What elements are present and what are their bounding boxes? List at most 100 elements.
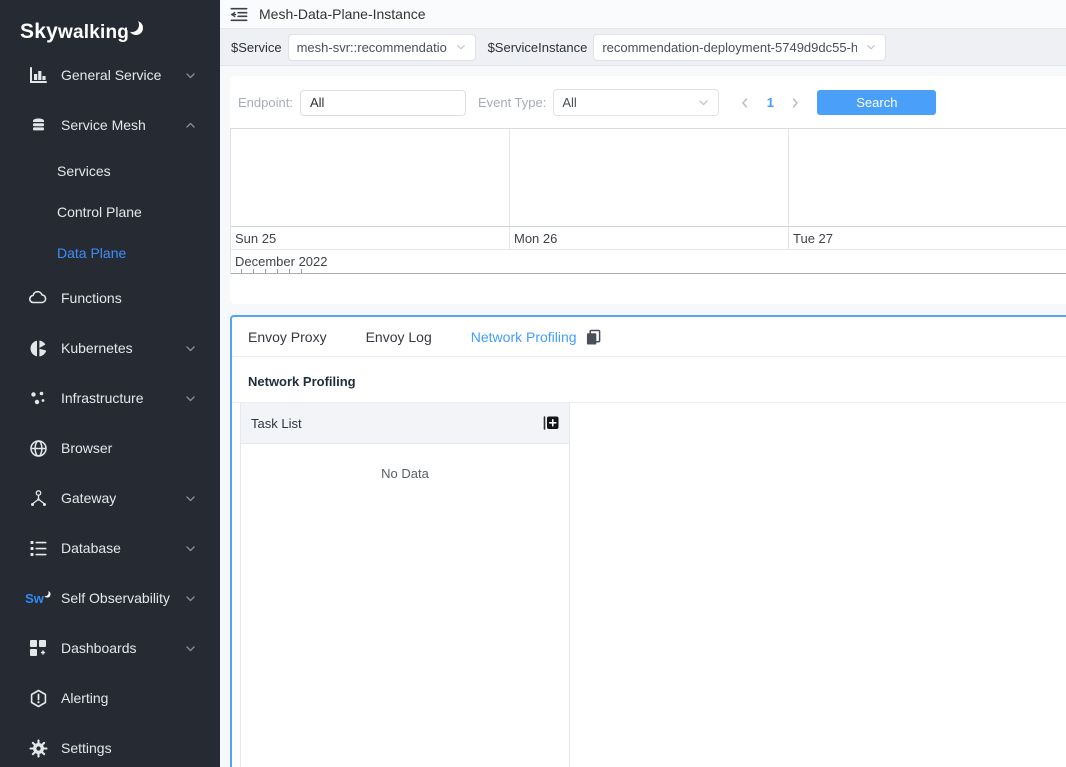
task-detail-area — [570, 403, 1066, 767]
network-profiling-body: Task List No Data — [232, 403, 1066, 767]
app-root: Skywalking General Service Service Mesh — [0, 0, 1066, 767]
axis-ticks — [241, 269, 302, 273]
layers-icon — [28, 115, 48, 135]
alert-hexagon-icon — [28, 688, 48, 708]
service-instance-select[interactable]: recommendation-deployment-5749d9dc55-hjl… — [593, 34, 886, 61]
chevron-down-icon — [184, 391, 198, 405]
gateway-icon — [28, 488, 48, 508]
tab-envoy-log[interactable]: Envoy Log — [366, 329, 432, 345]
sidebar-subitem-services[interactable]: Services — [0, 150, 220, 191]
chevron-down-icon — [184, 491, 198, 505]
sidebar-item-dashboards[interactable]: Dashboards — [0, 623, 220, 673]
tab-label: Network Profiling — [471, 329, 577, 345]
sidebar-item-browser[interactable]: Browser — [0, 423, 220, 473]
sidebar-item-label: Settings — [61, 740, 184, 756]
chevron-right-icon[interactable] — [783, 91, 807, 115]
sidebar-subitem-data-plane[interactable]: Data Plane — [0, 232, 220, 273]
event-type-select[interactable]: All — [553, 89, 719, 116]
gear-icon — [28, 738, 48, 758]
timeline-month-label: December 2022 — [231, 249, 1066, 274]
timeline-cell — [231, 129, 510, 226]
crescent-moon-icon — [43, 590, 51, 598]
search-button[interactable]: Search — [817, 90, 936, 115]
chevron-down-icon — [184, 541, 198, 555]
crescent-moon-icon — [127, 19, 144, 36]
service-label: $Service — [231, 40, 282, 55]
endpoint-label: Endpoint: — [238, 95, 293, 110]
network-profiling-heading: Network Profiling — [232, 357, 1066, 403]
chevron-down-icon — [184, 591, 198, 605]
service-select[interactable]: mesh-svr::recommendation — [288, 34, 476, 61]
day-label: Mon 26 — [510, 227, 789, 249]
database-icon — [28, 538, 48, 558]
chevron-placeholder — [184, 441, 198, 455]
tabs-bar: Envoy Proxy Envoy Log Network Profiling — [232, 317, 1066, 357]
selector-row: $Service mesh-svr::recommendation $Servi… — [220, 29, 1066, 66]
chevron-down-icon — [697, 96, 710, 109]
endpoint-input[interactable] — [300, 90, 466, 116]
chevron-down-icon — [455, 41, 467, 53]
sidebar-item-service-mesh[interactable]: Service Mesh — [0, 100, 220, 150]
sidebar-subitem-control-plane[interactable]: Control Plane — [0, 191, 220, 232]
service-select-value: mesh-svr::recommendation — [297, 40, 447, 55]
instance-tab-panel: Envoy Proxy Envoy Log Network Profiling … — [230, 315, 1066, 767]
sidebar-nav: General Service Service Mesh Services Co… — [0, 50, 220, 767]
main-area: Mesh-Data-Plane-Instance $Service mesh-s… — [220, 0, 1066, 767]
sidebar-item-gateway[interactable]: Gateway — [0, 473, 220, 523]
collapse-menu-icon[interactable] — [230, 7, 248, 22]
page-number[interactable]: 1 — [757, 95, 783, 110]
sidebar-item-database[interactable]: Database — [0, 523, 220, 573]
chevron-down-icon — [865, 41, 877, 53]
event-type-select-value: All — [562, 95, 689, 110]
sidebar-item-alerting[interactable]: Alerting — [0, 673, 220, 723]
copy-icon[interactable] — [586, 329, 601, 345]
sidebar-item-self-observability[interactable]: Sw Self Observability — [0, 573, 220, 623]
skywalking-logo[interactable]: Skywalking — [0, 0, 220, 50]
cloud-icon — [28, 288, 48, 308]
event-timeline: Sun 25 Mon 26 Tue 27 December 2022 — [230, 128, 1066, 274]
dashboards-icon — [28, 638, 48, 658]
chevron-up-icon — [184, 118, 198, 132]
add-task-icon[interactable] — [542, 415, 559, 431]
task-list-title: Task List — [251, 416, 302, 431]
sw-logo-icon: Sw — [28, 588, 48, 608]
sidebar-item-general-service[interactable]: General Service — [0, 50, 220, 100]
chevron-placeholder — [184, 291, 198, 305]
chevron-placeholder — [184, 691, 198, 705]
top-bar: Mesh-Data-Plane-Instance — [220, 0, 1066, 29]
sidebar-item-infrastructure[interactable]: Infrastructure — [0, 373, 220, 423]
service-instance-select-value: recommendation-deployment-5749d9dc55-hjl… — [602, 40, 857, 55]
tab-network-profiling[interactable]: Network Profiling — [471, 329, 601, 345]
globe-icon — [28, 438, 48, 458]
chevron-placeholder — [184, 741, 198, 755]
sidebar-item-label: General Service — [61, 67, 184, 83]
month-text: December 2022 — [235, 254, 328, 269]
task-list-panel: Task List No Data — [240, 403, 570, 767]
sidebar-item-settings[interactable]: Settings — [0, 723, 220, 767]
timeline-grid — [231, 128, 1066, 226]
task-list-header: Task List — [241, 403, 569, 444]
day-label: Sun 25 — [231, 227, 510, 249]
pagination: 1 — [733, 91, 807, 115]
chevron-left-icon[interactable] — [733, 91, 757, 115]
event-filter-row: Endpoint: Event Type: All 1 — [230, 76, 1066, 128]
sidebar: Skywalking General Service Service Mesh — [0, 0, 220, 767]
bar-chart-icon — [28, 65, 48, 85]
events-card: Endpoint: Event Type: All 1 — [230, 76, 1066, 304]
sidebar-item-label: Browser — [61, 440, 184, 456]
day-label: Tue 27 — [789, 227, 1066, 249]
logo-text: Skywalking — [20, 20, 129, 44]
sidebar-item-label: Self Observability — [61, 590, 184, 606]
card-footer-space — [230, 274, 1066, 304]
timeline-day-labels: Sun 25 Mon 26 Tue 27 — [231, 226, 1066, 249]
page-title: Mesh-Data-Plane-Instance — [259, 6, 426, 22]
tab-envoy-proxy[interactable]: Envoy Proxy — [248, 329, 327, 345]
sidebar-item-label: Service Mesh — [61, 117, 184, 133]
sidebar-item-label: Dashboards — [61, 640, 184, 656]
sidebar-item-label: Alerting — [61, 690, 184, 706]
sidebar-item-kubernetes[interactable]: Kubernetes — [0, 323, 220, 373]
sidebar-item-functions[interactable]: Functions — [0, 273, 220, 323]
service-instance-label: $ServiceInstance — [488, 40, 588, 55]
event-type-label: Event Type: — [478, 95, 546, 110]
sidebar-item-label: Database — [61, 540, 184, 556]
